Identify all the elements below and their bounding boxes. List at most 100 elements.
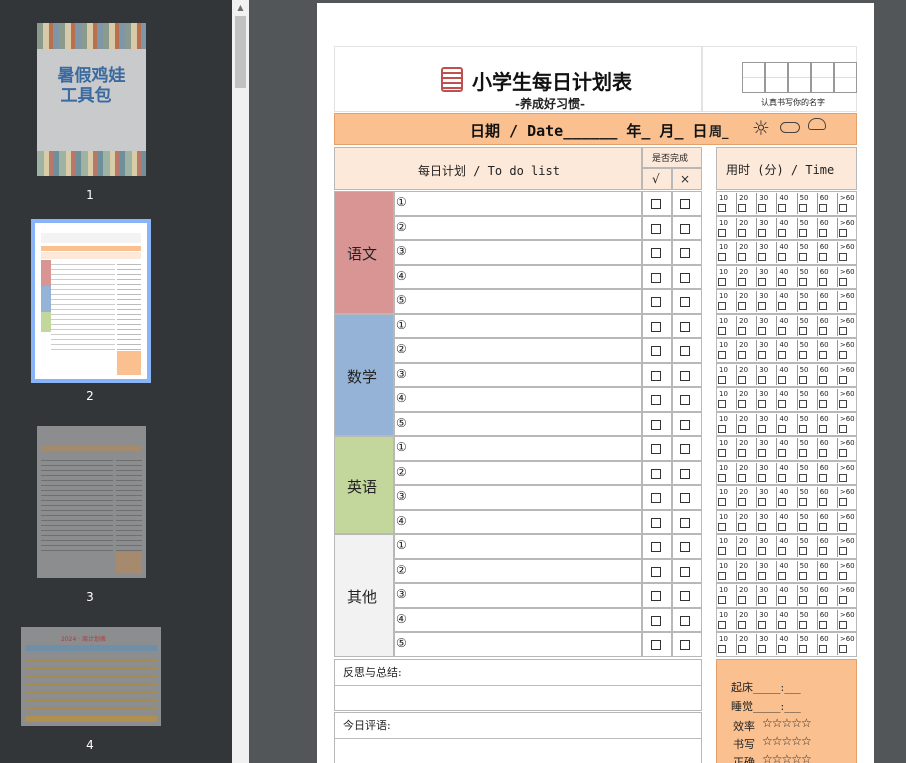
time-checkbox[interactable] <box>738 571 747 580</box>
time-checkbox[interactable] <box>818 253 827 261</box>
time-checkbox[interactable] <box>778 498 787 506</box>
time-checkbox[interactable] <box>838 277 847 286</box>
time-checkbox[interactable] <box>838 253 847 261</box>
time-checkbox[interactable] <box>778 449 787 457</box>
task-row[interactable] <box>394 362 642 387</box>
thumbnail-page-4[interactable]: 2024 · 周计划表 <box>21 627 161 726</box>
time-checkbox[interactable] <box>838 400 847 408</box>
time-checkbox[interactable] <box>738 326 747 335</box>
time-checkbox[interactable] <box>718 277 726 286</box>
done-no-checkbox[interactable] <box>680 419 690 430</box>
time-checkbox[interactable] <box>738 498 747 506</box>
time-checkbox[interactable] <box>778 424 787 433</box>
time-checkbox[interactable] <box>838 204 847 212</box>
done-no-checkbox[interactable] <box>680 199 690 209</box>
task-row[interactable] <box>394 534 642 559</box>
time-checkbox[interactable] <box>758 302 767 310</box>
time-checkbox[interactable] <box>818 620 827 629</box>
time-checkbox[interactable] <box>778 204 787 212</box>
name-grid-cell[interactable] <box>765 62 788 93</box>
time-checkbox[interactable] <box>758 351 767 359</box>
done-yes-checkbox[interactable] <box>651 542 661 552</box>
done-yes-checkbox[interactable] <box>651 517 661 528</box>
time-checkbox[interactable] <box>798 277 807 286</box>
done-no-checkbox[interactable] <box>680 297 690 307</box>
time-checkbox[interactable] <box>738 204 747 212</box>
done-yes-checkbox[interactable] <box>651 248 661 258</box>
time-checkbox[interactable] <box>818 302 827 310</box>
time-checkbox[interactable] <box>758 400 767 408</box>
time-checkbox[interactable] <box>838 375 847 384</box>
time-checkbox[interactable] <box>738 277 747 286</box>
done-no-checkbox[interactable] <box>680 321 690 332</box>
time-checkbox[interactable] <box>798 302 807 310</box>
time-checkbox[interactable] <box>738 375 747 384</box>
done-no-checkbox[interactable] <box>680 542 690 552</box>
time-checkbox[interactable] <box>818 351 827 359</box>
time-checkbox[interactable] <box>818 547 827 555</box>
time-checkbox[interactable] <box>798 326 807 335</box>
time-checkbox[interactable] <box>818 596 827 604</box>
time-checkbox[interactable] <box>758 449 767 457</box>
done-no-checkbox[interactable] <box>680 395 690 405</box>
task-row[interactable] <box>394 460 642 485</box>
task-row[interactable] <box>394 583 642 608</box>
name-grid-cell[interactable] <box>788 62 811 93</box>
task-row[interactable] <box>394 289 642 314</box>
time-checkbox[interactable] <box>718 571 726 580</box>
time-checkbox[interactable] <box>738 620 747 629</box>
task-row[interactable] <box>394 387 642 412</box>
time-checkbox[interactable] <box>738 449 747 457</box>
time-checkbox[interactable] <box>778 547 787 555</box>
task-row[interactable] <box>394 338 642 363</box>
name-grid-cell[interactable] <box>742 62 765 93</box>
time-checkbox[interactable] <box>838 473 847 482</box>
thumbnail-page-3[interactable] <box>37 426 146 578</box>
time-checkbox[interactable] <box>778 400 787 408</box>
time-checkbox[interactable] <box>798 424 807 433</box>
time-checkbox[interactable] <box>798 522 807 531</box>
time-checkbox[interactable] <box>798 449 807 457</box>
done-no-checkbox[interactable] <box>680 615 690 626</box>
task-row[interactable] <box>394 411 642 436</box>
time-checkbox[interactable] <box>818 522 827 531</box>
time-checkbox[interactable] <box>718 228 726 237</box>
time-checkbox[interactable] <box>718 253 726 261</box>
task-row[interactable] <box>394 436 642 461</box>
time-checkbox[interactable] <box>738 351 747 359</box>
time-checkbox[interactable] <box>758 253 767 261</box>
time-checkbox[interactable] <box>818 498 827 506</box>
time-checkbox[interactable] <box>718 620 726 629</box>
done-no-checkbox[interactable] <box>680 444 690 454</box>
time-checkbox[interactable] <box>718 547 726 555</box>
time-checkbox[interactable] <box>718 449 726 457</box>
thumbnail-page-1[interactable]: 暑假鸡娃 工具包 <box>37 23 146 176</box>
done-no-checkbox[interactable] <box>680 517 690 528</box>
task-row[interactable] <box>394 632 642 657</box>
time-checkbox[interactable] <box>798 473 807 482</box>
done-no-checkbox[interactable] <box>680 640 690 650</box>
time-checkbox[interactable] <box>758 228 767 237</box>
time-checkbox[interactable] <box>758 277 767 286</box>
done-yes-checkbox[interactable] <box>651 346 661 356</box>
scroll-up-arrow-icon[interactable]: ▲ <box>232 0 249 16</box>
time-checkbox[interactable] <box>838 424 847 433</box>
time-checkbox[interactable] <box>738 302 747 310</box>
time-checkbox[interactable] <box>778 473 787 482</box>
time-checkbox[interactable] <box>798 498 807 506</box>
time-checkbox[interactable] <box>778 228 787 237</box>
time-checkbox[interactable] <box>798 253 807 261</box>
time-checkbox[interactable] <box>718 326 726 335</box>
time-checkbox[interactable] <box>818 424 827 433</box>
time-checkbox[interactable] <box>818 228 827 237</box>
time-checkbox[interactable] <box>738 522 747 531</box>
time-checkbox[interactable] <box>738 547 747 555</box>
task-row[interactable] <box>394 558 642 583</box>
time-checkbox[interactable] <box>738 473 747 482</box>
task-row[interactable] <box>394 215 642 240</box>
time-checkbox[interactable] <box>818 326 827 335</box>
task-row[interactable] <box>394 264 642 289</box>
sidebar-scrollbar[interactable]: ▲ <box>232 0 249 763</box>
time-checkbox[interactable] <box>718 375 726 384</box>
time-checkbox[interactable] <box>718 204 726 212</box>
